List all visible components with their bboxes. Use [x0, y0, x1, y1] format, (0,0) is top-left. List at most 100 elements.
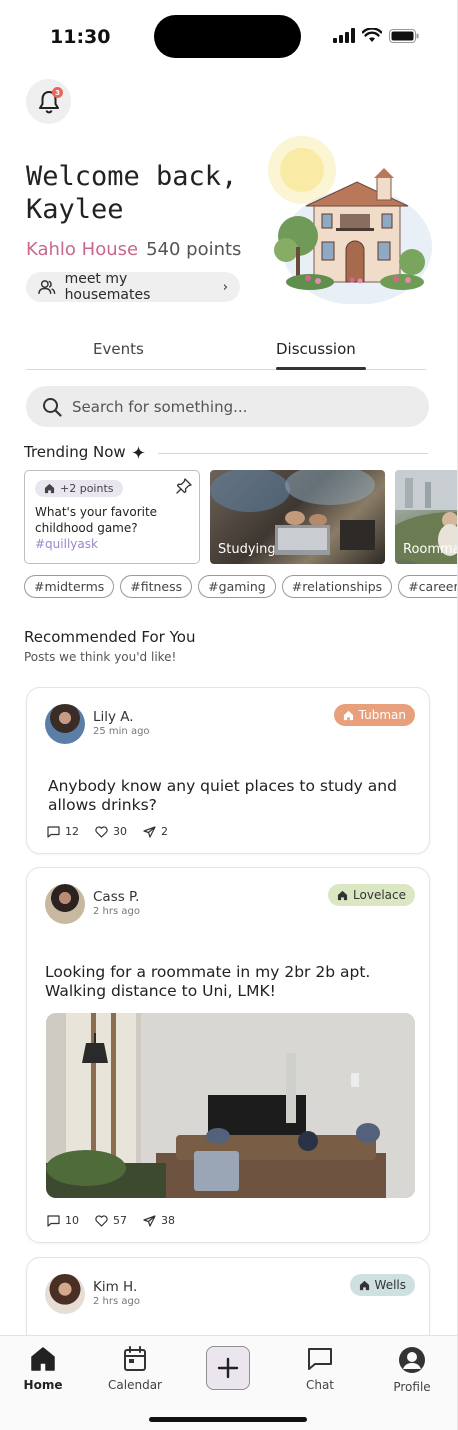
home-icon — [31, 1347, 55, 1371]
hashtag-chip[interactable]: #gaming — [198, 575, 276, 598]
roommates-label: Roommates — [403, 542, 457, 557]
status-icons — [333, 28, 419, 43]
search-bar — [26, 386, 429, 427]
tab-discussion[interactable]: Discussion — [276, 340, 356, 358]
send-icon — [143, 825, 156, 838]
hashtag-chip[interactable]: #careerhelp — [398, 575, 457, 598]
nav-profile-label: Profile — [393, 1380, 431, 1394]
living-room-photo — [46, 1013, 415, 1198]
nav-chat[interactable]: Chat — [285, 1346, 355, 1392]
post-text: Anybody know any quiet places to study a… — [48, 777, 397, 814]
create-post-button[interactable] — [206, 1346, 250, 1390]
share-count: 2 — [161, 825, 168, 838]
welcome-line-1: Welcome back, — [26, 161, 238, 192]
recommended-title: Recommended For You — [24, 628, 196, 646]
post-time: 25 min ago — [93, 726, 150, 737]
post-stats: 12 30 2 — [47, 825, 168, 838]
house-badge: Wells — [349, 1274, 415, 1296]
nav-home[interactable]: Home — [8, 1346, 78, 1392]
bottom-nav: Home Calendar Chat Profile — [0, 1335, 457, 1430]
home-indicator — [149, 1417, 307, 1422]
post-author[interactable]: Lily A. — [93, 709, 134, 725]
avatar[interactable] — [45, 884, 85, 924]
post-author[interactable]: Kim H. — [93, 1279, 137, 1295]
tab-events[interactable]: Events — [93, 340, 144, 358]
search-input[interactable] — [72, 397, 402, 416]
hashtag-chip[interactable]: #fitness — [120, 575, 193, 598]
people-icon — [38, 280, 56, 294]
send-icon — [143, 1214, 156, 1227]
studying-label: Studying — [218, 542, 276, 557]
question-tag[interactable]: #quillyask — [35, 537, 189, 551]
trending-card-studying[interactable]: Studying — [210, 470, 385, 564]
meet-housemates-label: meet my housemates — [64, 271, 151, 303]
house-icon — [337, 890, 348, 900]
hashtag-chip[interactable]: #relationships — [281, 575, 393, 598]
comment-icon — [47, 825, 60, 838]
sparkle-icon — [131, 445, 145, 459]
house-name: Kahlo House — [26, 239, 139, 260]
chat-icon — [308, 1348, 332, 1370]
heart-icon — [95, 1214, 108, 1227]
like-count: 57 — [113, 1214, 127, 1227]
comment-button[interactable]: 12 — [47, 825, 79, 838]
avatar[interactable] — [45, 1274, 85, 1314]
trending-question-card[interactable]: +2 points What's your favorite childhood… — [24, 470, 200, 564]
house-badge: Lovelace — [328, 884, 415, 906]
notifications-button[interactable]: 3 — [26, 79, 71, 124]
house-badge: Tubman — [333, 704, 415, 726]
nav-calendar-label: Calendar — [108, 1378, 162, 1392]
profile-icon — [399, 1347, 425, 1373]
comment-icon — [47, 1214, 60, 1227]
hashtag-chip[interactable]: #midterms — [24, 575, 115, 598]
trending-header: Trending Now — [24, 443, 145, 461]
meet-housemates-button[interactable]: meet my housemates › — [26, 271, 240, 303]
share-button[interactable]: 38 — [143, 1214, 175, 1227]
trending-card-roommates[interactable]: Roommates — [395, 470, 457, 564]
pin-icon[interactable] — [175, 477, 193, 495]
like-count: 30 — [113, 825, 127, 838]
nav-calendar[interactable]: Calendar — [100, 1346, 170, 1392]
post-image[interactable] — [46, 1013, 415, 1198]
trending-divider — [158, 453, 428, 454]
active-tab-indicator — [276, 367, 366, 370]
like-button[interactable]: 57 — [95, 1214, 127, 1227]
share-button[interactable]: 2 — [143, 825, 168, 838]
like-button[interactable]: 30 — [95, 825, 127, 838]
avatar[interactable] — [45, 704, 85, 744]
house-points: 540 points — [146, 239, 242, 260]
battery-icon — [389, 28, 419, 43]
nav-profile[interactable]: Profile — [377, 1346, 447, 1394]
app-screen: 11:30 3 Welcome back, Kaylee Kahlo House… — [0, 0, 458, 1430]
nav-chat-label: Chat — [305, 1378, 335, 1392]
comment-count: 12 — [65, 825, 79, 838]
post-stats: 10 57 38 — [47, 1214, 175, 1227]
house-badge-label: Lovelace — [353, 888, 406, 902]
welcome-user-name: Kaylee — [26, 194, 124, 225]
house-icon — [343, 710, 353, 720]
trending-carousel: +2 points What's your favorite childhood… — [24, 470, 457, 564]
recommended-subtitle: Posts we think you'd like! — [24, 650, 177, 664]
plus-icon — [217, 1357, 239, 1379]
points-label: +2 points — [60, 482, 114, 495]
dynamic-island — [154, 15, 301, 58]
comment-button[interactable]: 10 — [47, 1214, 79, 1227]
search-icon — [43, 397, 62, 417]
content-tabs: Events Discussion — [26, 330, 426, 370]
house-info: Kahlo House 540 points — [26, 239, 241, 260]
question-text: What's your favorite childhood game? — [35, 505, 158, 535]
post-author[interactable]: Cass P. — [93, 889, 139, 905]
house-badge-label: Tubman — [358, 708, 406, 722]
status-time: 11:30 — [50, 26, 111, 48]
hashtag-list: #midterms #fitness #gaming #relationship… — [24, 575, 457, 598]
heart-icon — [95, 825, 108, 838]
post-card[interactable]: Lily A. 25 min ago Tubman Anybody know a… — [26, 687, 430, 854]
post-time: 2 hrs ago — [93, 906, 140, 917]
share-count: 38 — [161, 1214, 175, 1227]
points-pill: +2 points — [35, 480, 123, 497]
welcome-heading: Welcome back, Kaylee — [26, 160, 266, 226]
post-time: 2 hrs ago — [93, 1296, 140, 1307]
nav-home-label: Home — [23, 1378, 63, 1392]
trending-title: Trending Now — [24, 443, 126, 461]
post-card[interactable]: Cass P. 2 hrs ago Lovelace Looking for a… — [26, 867, 430, 1243]
